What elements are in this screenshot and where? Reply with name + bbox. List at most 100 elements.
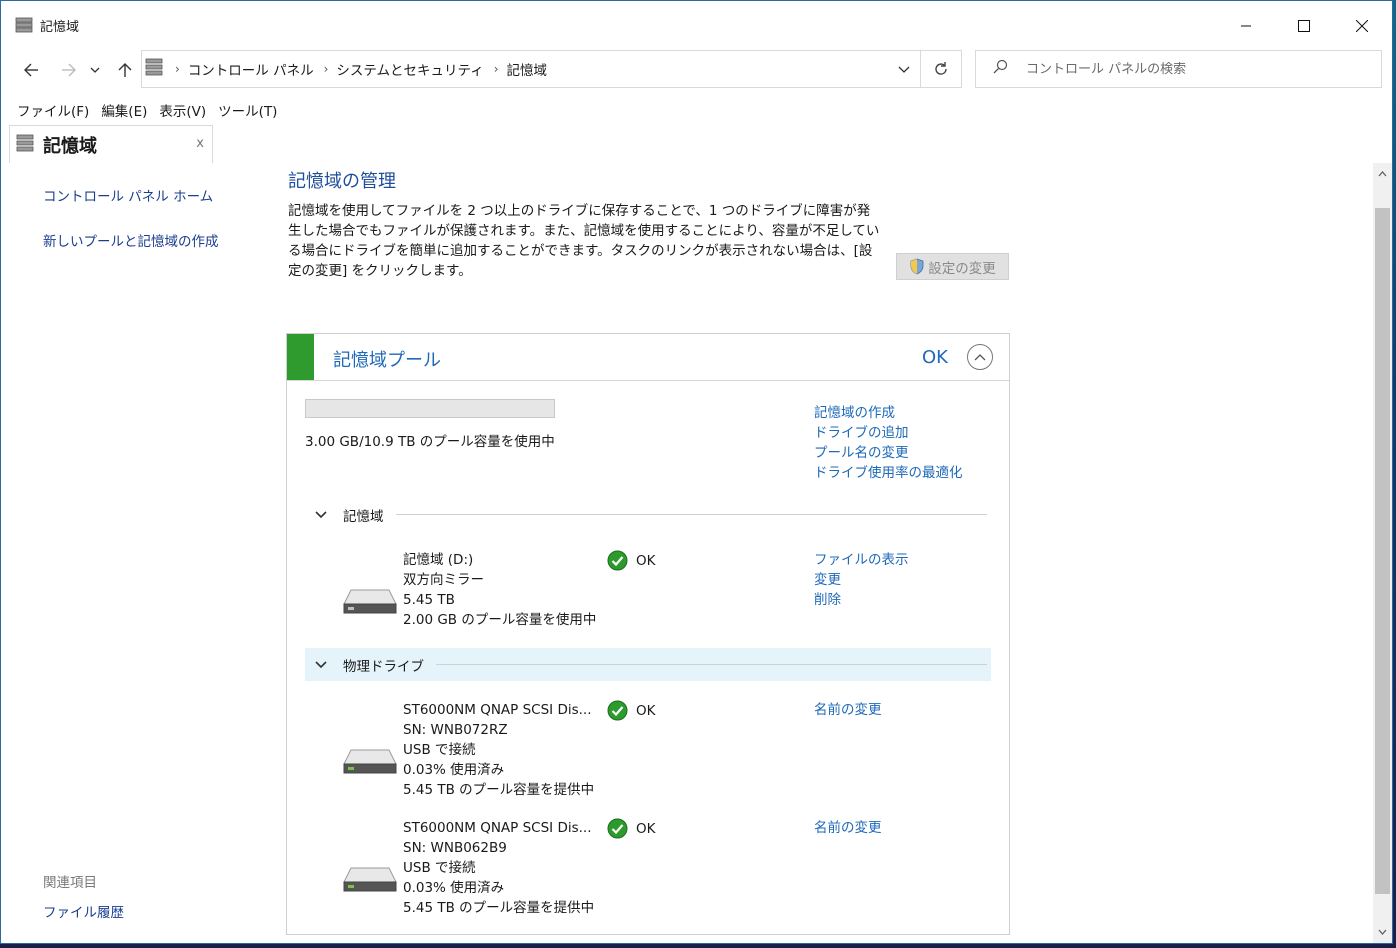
scroll-down-button[interactable]	[1373, 923, 1392, 940]
drive-used: 0.03% 使用済み	[403, 762, 505, 778]
back-button[interactable]	[17, 56, 45, 84]
change-settings-button[interactable]: 設定の変更	[896, 253, 1009, 280]
storage-space-item: 記憶域 (D:) 双方向ミラー 5.45 TB 2.00 GB のプール容量を使…	[287, 550, 1007, 630]
link-add-drives[interactable]: ドライブの追加	[814, 421, 909, 441]
section-physical-drives[interactable]: 物理ドライブ	[305, 648, 991, 681]
search-icon	[992, 59, 1008, 79]
chevron-down-icon	[315, 510, 327, 518]
breadcrumb-storage-spaces[interactable]: 記憶域	[507, 59, 548, 79]
search-input[interactable]	[1026, 61, 1326, 77]
section-storage-spaces[interactable]: 記憶域	[305, 498, 991, 531]
pool-title: 記憶域プール	[333, 350, 441, 371]
space-name: 記憶域 (D:)	[403, 552, 474, 568]
close-button[interactable]	[1333, 1, 1391, 51]
chevron-right-icon[interactable]: ›	[494, 62, 499, 76]
pool-header: 記憶域プール OK	[287, 334, 1009, 381]
section-divider	[395, 514, 987, 515]
chevron-right-icon[interactable]: ›	[324, 62, 329, 76]
pool-collapse-button[interactable]	[967, 344, 993, 370]
vertical-scrollbar[interactable]	[1373, 163, 1392, 943]
menu-bar: ファイル(F) 編集(E) 表示(V) ツール(T)	[11, 100, 283, 120]
pool-status-bar	[287, 334, 314, 380]
drive-links: 名前の変更	[814, 700, 882, 720]
drive-status: OK	[607, 700, 655, 721]
ok-check-icon	[607, 818, 628, 839]
close-icon	[1356, 20, 1368, 32]
drive-details: ST6000NM QNAP SCSI Dis... SN: WNB062B9 U…	[403, 818, 594, 918]
refresh-button[interactable]	[920, 50, 962, 88]
forward-button[interactable]	[55, 56, 83, 84]
menu-edit[interactable]: 編集(E)	[95, 100, 153, 120]
link-change-space[interactable]: 変更	[814, 570, 909, 590]
breadcrumb-system-security[interactable]: システムとセキュリティ	[336, 59, 483, 79]
space-usage: 2.00 GB のプール容量を使用中	[403, 612, 597, 628]
space-status-text: OK	[636, 552, 656, 569]
pool-status: OK	[922, 347, 948, 368]
breadcrumb-control-panel[interactable]: コントロール パネル	[188, 59, 314, 79]
space-capacity: 5.45 TB	[403, 592, 455, 608]
link-rename-pool[interactable]: プール名の変更	[814, 441, 909, 461]
section-label: 物理ドライブ	[343, 658, 424, 675]
maximize-button[interactable]	[1275, 1, 1333, 51]
link-optimize-usage[interactable]: ドライブ使用率の最適化	[814, 461, 963, 481]
sidebar-link-create-pool[interactable]: 新しいプールと記憶域の作成	[43, 230, 219, 250]
up-button[interactable]	[111, 56, 139, 84]
pool-usage-bar	[305, 399, 555, 418]
physical-drive-item: ST6000NM QNAP SCSI Dis... SN: WNB062B9 U…	[287, 818, 1007, 918]
sidebar-close-button[interactable]: x	[196, 136, 204, 151]
search-box[interactable]	[975, 50, 1382, 88]
storage-pool-panel: 記憶域プール OK 3.00 GB/10.9 TB のプール容量を使用中 記憶域…	[286, 333, 1010, 935]
arrow-up-icon	[118, 63, 132, 77]
chevron-down-icon	[315, 660, 327, 668]
related-link-file-history[interactable]: ファイル履歴	[43, 901, 124, 921]
drive-details: ST6000NM QNAP SCSI Dis... SN: WNB072RZ U…	[403, 700, 594, 800]
page-description: 記憶域を使用してファイルを 2 つ以上のドライブに保存することで、1 つのドライ…	[288, 203, 880, 279]
space-links: ファイルの表示 変更 削除	[814, 550, 909, 610]
storage-spaces-icon	[145, 57, 165, 81]
section-divider	[436, 664, 987, 665]
chevron-down-icon	[90, 67, 100, 73]
menu-tools[interactable]: ツール(T)	[212, 100, 283, 120]
sidebar-tab: 記憶域 x	[9, 125, 213, 163]
storage-spaces-icon	[16, 133, 36, 157]
section-label: 記憶域	[343, 508, 384, 525]
sidebar-tab-title: 記憶域	[43, 135, 97, 157]
physical-drive-item: ST6000NM QNAP SCSI Dis... SN: WNB072RZ U…	[287, 700, 1007, 800]
drive-connection: USB で接続	[403, 860, 476, 876]
link-rename-drive[interactable]: 名前の変更	[814, 700, 882, 720]
arrow-left-icon	[24, 63, 38, 77]
link-view-files[interactable]: ファイルの表示	[814, 550, 909, 570]
drive-provided: 5.45 TB のプール容量を提供中	[403, 782, 595, 798]
window-title: 記憶域	[40, 20, 80, 35]
recent-locations-button[interactable]	[85, 56, 105, 84]
title-bar: 記憶域	[1, 1, 1392, 51]
drive-icon	[343, 586, 397, 620]
link-delete-space[interactable]: 削除	[814, 590, 909, 610]
link-rename-drive[interactable]: 名前の変更	[814, 818, 882, 838]
space-details: 記憶域 (D:) 双方向ミラー 5.45 TB 2.00 GB のプール容量を使…	[403, 550, 596, 630]
drive-icon	[343, 864, 397, 898]
chevron-right-icon: ›	[175, 62, 180, 76]
menu-view[interactable]: 表示(V)	[153, 100, 212, 120]
refresh-icon	[935, 62, 947, 75]
link-create-space[interactable]: 記憶域の作成	[814, 401, 895, 421]
space-status: OK	[607, 550, 655, 571]
sidebar-link-control-panel-home[interactable]: コントロール パネル ホーム	[43, 185, 213, 205]
scrollbar-thumb[interactable]	[1375, 208, 1390, 894]
ok-check-icon	[607, 700, 628, 721]
drive-serial: SN: WNB062B9	[403, 840, 507, 856]
minimize-button[interactable]	[1217, 1, 1275, 51]
maximize-icon	[1298, 20, 1310, 32]
drive-status: OK	[607, 818, 655, 839]
minimize-icon	[1241, 25, 1251, 27]
address-bar[interactable]: › コントロール パネル › システムとセキュリティ › 記憶域	[141, 50, 921, 88]
scroll-up-button[interactable]	[1373, 165, 1392, 182]
page-title: 記憶域の管理	[288, 171, 396, 192]
address-history-button[interactable]	[886, 51, 920, 87]
menu-file[interactable]: ファイル(F)	[11, 100, 95, 120]
uac-shield-icon	[910, 258, 924, 275]
change-settings-label: 設定の変更	[928, 260, 996, 277]
ok-check-icon	[607, 550, 628, 571]
drive-icon	[343, 746, 397, 780]
drive-name: ST6000NM QNAP SCSI Dis...	[403, 702, 592, 718]
